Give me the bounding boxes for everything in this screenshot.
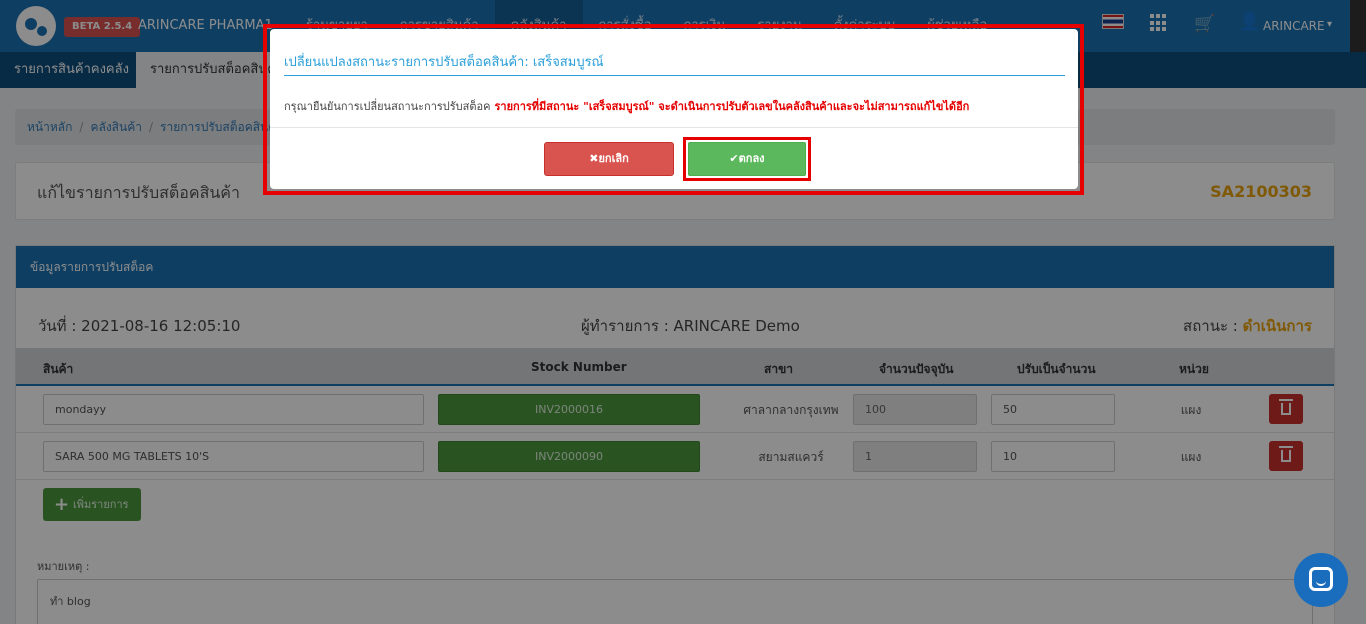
- chat-launcher[interactable]: [1294, 553, 1348, 607]
- ok-button[interactable]: ✔ตกลง: [688, 142, 806, 176]
- confirm-status-dialog: เปลี่ยนแปลงสถานะรายการปรับสต็อคสินค้า: เ…: [270, 29, 1078, 189]
- modal-footer-divider: [270, 127, 1078, 128]
- chat-icon: [1309, 567, 1333, 591]
- modal-title-divider: [284, 75, 1065, 76]
- modal-body-text: กรุณายืนยันการเปลี่ยนสถานะการปรับสต็อค: [284, 100, 491, 113]
- modal-title: เปลี่ยนแปลงสถานะรายการปรับสต็อคสินค้า: เ…: [284, 55, 604, 70]
- modal-warning-text: รายการที่มีสถานะ "เสร็จสมบูรณ์" จะดำเนิน…: [494, 100, 970, 113]
- modal-message: กรุณายืนยันการเปลี่ยนสถานะการปรับสต็อค รา…: [284, 97, 969, 115]
- cancel-button[interactable]: ✖ยกเลิก: [544, 142, 674, 176]
